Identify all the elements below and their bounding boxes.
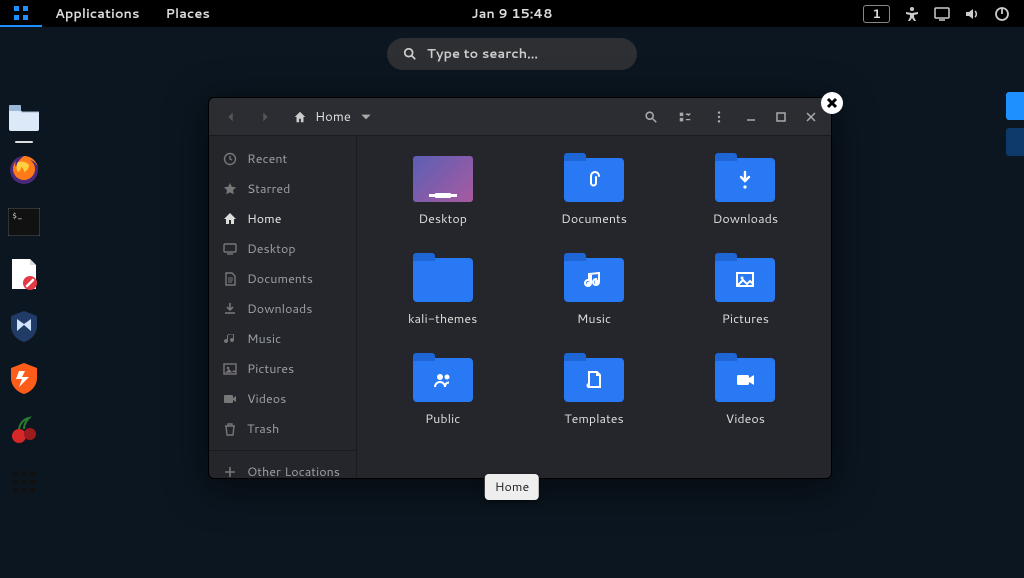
desktop-thumbnail-icon xyxy=(413,156,473,202)
folder-templates[interactable]: Templates xyxy=(518,354,669,454)
folder-label: Downloads xyxy=(713,210,778,228)
chevron-down-icon xyxy=(359,110,373,124)
sidebar-item-documents[interactable]: Documents xyxy=(209,264,356,294)
workspace-thumb-1[interactable] xyxy=(1006,92,1024,120)
close-icon xyxy=(826,97,838,109)
dock-text-editor[interactable] xyxy=(6,256,42,292)
folder-icon xyxy=(715,258,775,302)
folder-label: Desktop xyxy=(418,210,467,228)
pathbar-label: Home xyxy=(315,108,351,126)
overview-close-window[interactable] xyxy=(821,92,843,114)
dock-cherrytree[interactable] xyxy=(6,412,42,448)
home-icon xyxy=(293,110,307,124)
activities-button[interactable] xyxy=(0,0,42,27)
search-placeholder: Type to search... xyxy=(427,45,538,63)
folder-label: Pictures xyxy=(722,310,769,328)
topbar-right: 1 xyxy=(863,5,1024,23)
folder-icon xyxy=(413,258,473,302)
dock-metasploit[interactable] xyxy=(6,308,42,344)
pathbar-home[interactable]: Home xyxy=(285,103,381,131)
svg-text:$_: $_ xyxy=(12,209,22,222)
folder-icon xyxy=(715,158,775,202)
applications-label: Applications xyxy=(55,5,139,23)
sidebar-item-music[interactable]: Music xyxy=(209,324,356,354)
workspace-indicator[interactable]: 1 xyxy=(863,5,890,23)
overview-search[interactable]: Type to search... xyxy=(387,38,637,70)
folder-label: Templates xyxy=(564,410,624,428)
power-icon[interactable] xyxy=(994,6,1010,22)
dock-files[interactable] xyxy=(6,100,42,136)
folder-label: Documents xyxy=(561,210,627,228)
folder-icon xyxy=(564,158,624,202)
search-button[interactable] xyxy=(637,103,665,131)
sidebar-item-trash[interactable]: Trash xyxy=(209,414,356,444)
sidebar-other-locations[interactable]: Other Locations xyxy=(209,457,356,478)
folder-icon xyxy=(564,258,624,302)
folder-label: Music xyxy=(577,310,611,328)
dock-apps-grid[interactable] xyxy=(6,464,42,500)
hamburger-menu-button[interactable] xyxy=(705,103,733,131)
dock-terminal[interactable]: $_ xyxy=(6,204,42,240)
folder-desktop[interactable]: Desktop xyxy=(367,154,518,254)
sidebar-item-starred[interactable]: Starred xyxy=(209,174,356,204)
accessibility-icon[interactable] xyxy=(904,6,920,22)
folder-videos[interactable]: Videos xyxy=(670,354,821,454)
folder-kali-themes[interactable]: kali-themes xyxy=(367,254,518,354)
window-close[interactable] xyxy=(799,105,823,129)
dock-burp[interactable] xyxy=(6,360,42,396)
sidebar-item-videos[interactable]: Videos xyxy=(209,384,356,414)
view-options-button[interactable] xyxy=(671,103,699,131)
clock[interactable]: Jan 9 15:48 xyxy=(471,5,552,23)
folder-downloads[interactable]: Downloads xyxy=(670,154,821,254)
window-minimize[interactable] xyxy=(739,105,763,129)
top-bar: Applications Places Jan 9 15:48 1 xyxy=(0,0,1024,27)
folder-label: Public xyxy=(425,410,460,428)
sidebar-item-pictures[interactable]: Pictures xyxy=(209,354,356,384)
folder-icon xyxy=(413,358,473,402)
folder-label: Videos xyxy=(726,410,765,428)
files-headerbar: Home xyxy=(209,98,831,136)
search-icon xyxy=(403,47,417,61)
workspace-thumb-2[interactable] xyxy=(1006,128,1024,156)
folder-music[interactable]: Music xyxy=(518,254,669,354)
folder-label: kali-themes xyxy=(408,310,477,328)
sidebar-item-downloads[interactable]: Downloads xyxy=(209,294,356,324)
nav-back-button[interactable] xyxy=(217,103,245,131)
files-icon-view[interactable]: Desktop Documents Downloads kali-themes Musi… xyxy=(357,136,831,478)
grid-icon xyxy=(13,5,29,21)
dock-firefox[interactable] xyxy=(6,152,42,188)
window-title-tooltip: Home xyxy=(485,474,539,500)
folder-icon xyxy=(564,358,624,402)
window-maximize[interactable] xyxy=(769,105,793,129)
places-menu[interactable]: Places xyxy=(152,0,222,27)
places-label: Places xyxy=(165,5,209,23)
volume-icon[interactable] xyxy=(964,6,980,22)
folder-documents[interactable]: Documents xyxy=(518,154,669,254)
folder-public[interactable]: Public xyxy=(367,354,518,454)
sidebar-item-desktop[interactable]: Desktop xyxy=(209,234,356,264)
files-window: Home RecentStarredHomeDesktopDocumentsDo… xyxy=(208,97,832,479)
folder-pictures[interactable]: Pictures xyxy=(670,254,821,354)
display-icon[interactable] xyxy=(934,6,950,22)
folder-icon xyxy=(715,358,775,402)
dash-dock: $_ xyxy=(0,100,48,500)
sidebar-item-home[interactable]: Home xyxy=(209,204,356,234)
sidebar-item-recent[interactable]: Recent xyxy=(209,144,356,174)
nav-forward-button[interactable] xyxy=(251,103,279,131)
files-sidebar: RecentStarredHomeDesktopDocumentsDownloa… xyxy=(209,136,357,478)
topbar-left: Applications Places xyxy=(0,0,223,27)
applications-menu[interactable]: Applications xyxy=(42,0,152,27)
